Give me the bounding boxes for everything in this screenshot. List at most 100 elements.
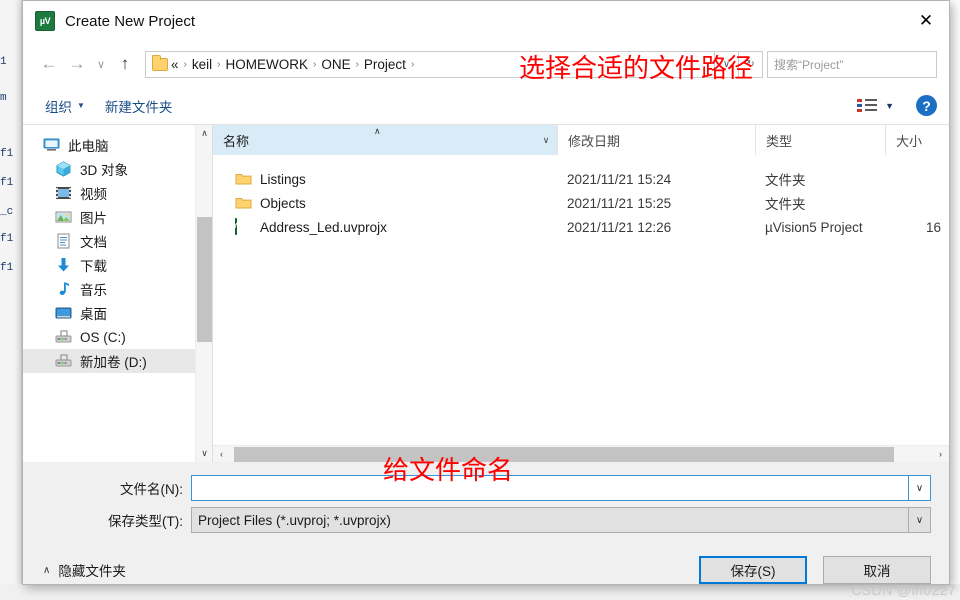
scrollbar-track[interactable] (230, 446, 932, 463)
table-row[interactable]: Listings 2021/11/21 15:24 文件夹 (213, 167, 949, 191)
sidebar-item-new-volume-d[interactable]: 新加卷 (D:) (23, 349, 195, 373)
sidebar-item-3d-objects[interactable]: 3D 对象 (23, 157, 195, 181)
file-name: Objects (260, 195, 306, 211)
download-icon (55, 257, 72, 273)
code-line: m (0, 92, 7, 104)
sidebar-item-label: 3D 对象 (80, 163, 129, 178)
drive-icon (55, 329, 72, 345)
help-icon[interactable]: ? (916, 95, 937, 116)
chevron-down-icon[interactable]: ∨ (909, 475, 931, 501)
ide-status-bar (0, 584, 960, 600)
breadcrumb-root[interactable]: « (168, 57, 182, 72)
dialog-titlebar: Create New Project ✕ (23, 1, 949, 41)
document-icon (55, 233, 72, 249)
sidebar-item-this-pc[interactable]: 此电脑 (23, 133, 195, 157)
file-date: 2021/11/21 15:24 (567, 171, 672, 187)
file-name: Listings (260, 171, 306, 187)
video-icon (55, 185, 72, 201)
sidebar-item-label: 新加卷 (D:) (80, 355, 147, 370)
forward-button[interactable]: → (63, 50, 91, 78)
sidebar-item-downloads[interactable]: 下载 (23, 253, 195, 277)
savetype-select[interactable]: Project Files (*.uvproj; *.uvprojx) (191, 507, 909, 533)
view-layout-icon[interactable] (857, 98, 878, 114)
search-placeholder: 搜索“Project” (774, 57, 844, 72)
sidebar-item-label: 下载 (80, 259, 107, 274)
file-date: 2021/11/21 15:25 (567, 195, 672, 211)
code-line: _c (0, 206, 14, 218)
dialog-body: 此电脑 3D 对象 视频 图片 文档 下载 音乐 桌面 OS (C:) 新加卷 … (23, 125, 949, 462)
picture-icon (55, 209, 72, 225)
file-type: 文件夹 (765, 197, 806, 212)
breadcrumb-separator: › (410, 58, 415, 70)
breadcrumb-separator: › (217, 58, 221, 70)
breadcrumb-project[interactable]: Project (361, 57, 409, 72)
organize-button[interactable]: 组织 ▼ (35, 96, 95, 116)
file-list-rows: Listings 2021/11/21 15:24 文件夹 Objects 20… (213, 155, 949, 445)
hide-folders-toggle[interactable]: ∧ 隐藏文件夹 (41, 560, 126, 580)
sidebar-item-documents[interactable]: 文档 (23, 229, 195, 253)
sidebar-item-label: 图片 (80, 211, 107, 226)
column-label: 大小 (896, 133, 923, 149)
file-size: 16 (925, 219, 941, 235)
file-list-horizontal-scrollbar[interactable]: ‹ › (213, 445, 949, 462)
sidebar-item-os-c[interactable]: OS (C:) (23, 325, 195, 349)
chevron-down-icon[interactable]: ∨ (909, 507, 931, 533)
scrollbar-thumb[interactable] (197, 217, 212, 342)
sidebar-scrollbar[interactable]: ∧ ∨ (195, 125, 212, 462)
recent-locations-button[interactable]: ∨ (91, 50, 111, 78)
file-name: Address_Led.uvprojx (260, 219, 387, 235)
sidebar-item-pictures[interactable]: 图片 (23, 205, 195, 229)
up-button[interactable]: ↑ (111, 50, 139, 78)
cancel-button[interactable]: 取消 (823, 556, 931, 584)
filename-label: 文件名(N): (120, 482, 183, 497)
filename-input[interactable] (191, 475, 909, 501)
scroll-up-icon[interactable]: ∧ (196, 125, 213, 142)
sidebar-item-label: 视频 (80, 187, 107, 202)
save-button[interactable]: 保存(S) (699, 556, 807, 584)
dialog-toolbar: 组织 ▼ 新建文件夹 ▼ ? (23, 87, 949, 125)
organize-label: 组织 (45, 99, 72, 115)
scroll-right-icon[interactable]: › (932, 446, 949, 463)
scroll-left-icon[interactable]: ‹ (213, 446, 230, 463)
column-label: 修改日期 (568, 133, 621, 149)
back-button[interactable]: ← (35, 50, 63, 78)
column-label: 名称 (223, 133, 250, 149)
sidebar-item-desktop[interactable]: 桌面 (23, 301, 195, 325)
breadcrumb-separator: › (312, 58, 317, 70)
column-filter-dropdown[interactable]: ∨ (535, 125, 557, 155)
cube-icon (55, 161, 72, 177)
file-type: 文件夹 (765, 173, 806, 188)
close-icon[interactable]: ✕ (903, 1, 949, 41)
chevron-down-icon[interactable]: ∨ (715, 50, 739, 78)
dialog-footer: ∧ 隐藏文件夹 保存(S) 取消 (23, 538, 949, 584)
chevron-down-icon: ▼ (77, 101, 85, 110)
address-bar[interactable]: « › keil › HOMEWORK › ONE › Project › (145, 50, 715, 78)
sidebar-item-music[interactable]: 音乐 (23, 277, 195, 301)
refresh-icon[interactable]: ↻ (739, 50, 763, 78)
chevron-up-icon: ∧ (43, 564, 51, 576)
breadcrumb-one[interactable]: ONE (318, 57, 353, 72)
sidebar-item-label: 音乐 (80, 283, 107, 298)
breadcrumb-separator: › (183, 58, 187, 70)
chevron-down-icon[interactable]: ▼ (885, 101, 894, 111)
csdn-watermark: CSDN @ln0227 (851, 582, 956, 598)
savetype-label: 保存类型(T): (108, 514, 183, 529)
breadcrumb-keil[interactable]: keil (189, 57, 215, 72)
column-header-name[interactable]: ∧ 名称 (213, 125, 535, 155)
desktop-icon (55, 305, 72, 321)
table-row[interactable]: Objects 2021/11/21 15:25 文件夹 (213, 191, 949, 215)
code-line: f1 (0, 262, 14, 274)
sidebar-item-label: 文档 (80, 235, 107, 250)
savetype-row: 保存类型(T): Project Files (*.uvproj; *.uvpr… (41, 506, 931, 534)
new-folder-button[interactable]: 新建文件夹 (95, 96, 183, 116)
hide-folders-label: 隐藏文件夹 (58, 564, 126, 579)
column-header-date-modified[interactable]: 修改日期 (557, 125, 755, 155)
breadcrumb-homework[interactable]: HOMEWORK (222, 57, 311, 72)
search-input[interactable]: 搜索“Project” (767, 50, 937, 78)
column-header-type[interactable]: 类型 (755, 125, 885, 155)
sidebar-item-videos[interactable]: 视频 (23, 181, 195, 205)
table-row[interactable]: Address_Led.uvprojx 2021/11/21 12:26 µVi… (213, 215, 949, 239)
scrollbar-thumb[interactable] (234, 446, 894, 462)
column-header-size[interactable]: 大小 (885, 125, 949, 155)
scroll-down-icon[interactable]: ∨ (196, 445, 213, 462)
